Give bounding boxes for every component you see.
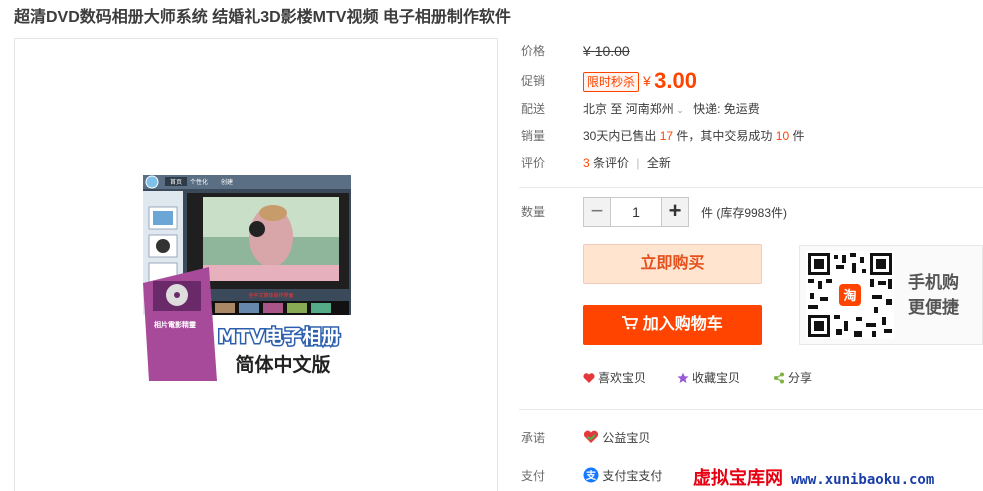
quantity-minus-button[interactable]: − — [583, 197, 611, 227]
box-title: MTV电子相册 — [218, 325, 341, 348]
watermark-text: 虚拟宝库网 — [693, 468, 783, 489]
like-button[interactable]: 喜欢宝贝 — [583, 369, 646, 386]
mobile-text-line1: 手机购 — [908, 273, 959, 292]
share-button[interactable]: 分享 — [773, 369, 812, 386]
reviews-link[interactable]: 3 条评价 — [583, 156, 629, 170]
divider — [519, 409, 983, 410]
mobile-text-line2: 更便捷 — [908, 298, 959, 317]
add-to-cart-button[interactable]: 加入购物车 — [583, 305, 762, 345]
quantity-stepper: − 1 + — [583, 197, 689, 227]
star-icon — [677, 372, 689, 384]
divider — [519, 187, 983, 188]
delivery-label: 配送 — [521, 102, 546, 116]
site-watermark: 虚拟宝库网 www.xunibaoku.com — [693, 464, 934, 490]
charity-link[interactable]: 公益宝贝 — [583, 428, 650, 448]
promo-label: 促销 — [521, 74, 546, 88]
original-price: ¥ 10.00 — [583, 43, 630, 59]
screen-tab-home: 首页 — [170, 178, 182, 186]
screen-tab-create: 创建 — [221, 178, 233, 186]
promo-currency: ¥ — [643, 73, 651, 89]
alipay-icon: 支 — [583, 467, 602, 483]
cart-icon — [622, 316, 642, 333]
quantity-plus-button[interactable]: + — [661, 197, 689, 227]
sold-count: 17 — [659, 129, 674, 143]
quantity-input[interactable]: 1 — [611, 197, 661, 227]
charity-heart-icon — [583, 430, 602, 445]
taobao-badge: 淘 — [843, 288, 856, 304]
product-title: 超清DVD数码相册大师系统 结婚礼3D影楼MTV视频 电子相册制作软件 — [14, 9, 511, 26]
heart-icon — [583, 372, 595, 384]
sales-label: 销量 — [521, 129, 546, 143]
stock-info: 件 (库存9983件) — [701, 206, 788, 220]
product-gallery: 首页 个性化 创建 全中文简体操作界面 相片電影精靈 MTV电子相册 简体中文版 — [14, 38, 498, 491]
chevron-down-icon: ⌄ — [673, 105, 684, 115]
svg-text:支: 支 — [585, 469, 597, 482]
reviews-label: 评价 — [521, 156, 546, 170]
screen-caption: 全中文简体操作界面 — [248, 292, 293, 299]
share-icon — [773, 372, 785, 384]
qr-code-icon: 淘 — [806, 251, 894, 339]
buy-now-button[interactable]: 立即购买 — [583, 244, 762, 284]
quantity-label: 数量 — [521, 205, 546, 219]
watermark-url: www.xunibaoku.com — [791, 472, 935, 488]
delivery-destination[interactable]: 河南郑州 ⌄ — [626, 102, 684, 116]
price-label: 价格 — [521, 44, 546, 58]
mobile-qr-panel[interactable]: 淘 手机购 更便捷 — [799, 245, 983, 345]
shipping-fee: 快递: 免运费 — [693, 102, 760, 116]
payment-method: 支付宝支付 — [602, 469, 663, 483]
condition-new: 全新 — [646, 156, 671, 170]
box-subtitle: 简体中文版 — [235, 353, 330, 376]
success-count: 10 — [775, 129, 790, 143]
product-image[interactable]: 首页 个性化 创建 全中文简体操作界面 相片電影精靈 MTV电子相册 简体中文版 — [141, 173, 353, 381]
delivery-from: 北京 — [583, 102, 608, 116]
commitment-label: 承诺 — [521, 431, 546, 445]
box-side-label: 相片電影精靈 — [154, 320, 196, 329]
screen-tab-custom: 个性化 — [190, 178, 208, 186]
favorite-button[interactable]: 收藏宝贝 — [677, 369, 740, 386]
promo-price: 3.00 — [654, 68, 697, 93]
payment-label: 支付 — [521, 469, 546, 483]
promo-badge: 限时秒杀 — [583, 72, 640, 92]
